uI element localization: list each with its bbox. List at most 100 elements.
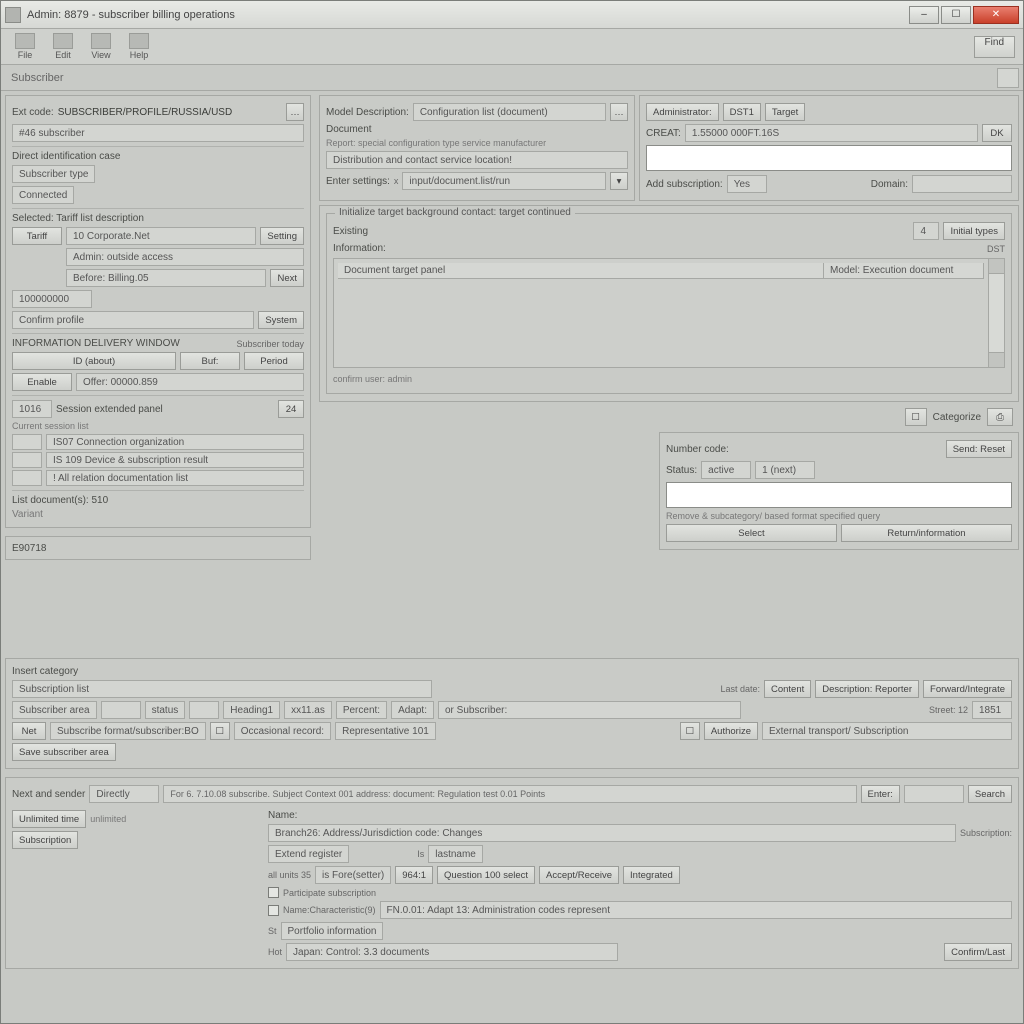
scrollbar[interactable] — [988, 259, 1004, 367]
cell[interactable]: Adapt: — [391, 701, 434, 719]
toolbar-item[interactable]: View — [85, 33, 117, 60]
setting-button[interactable]: Setting — [260, 227, 304, 245]
cell[interactable] — [189, 701, 219, 719]
panel-toggle-icon[interactable] — [997, 68, 1019, 88]
billing-box[interactable]: Before: Billing.05 — [66, 269, 266, 287]
dropdown-button[interactable]: ▾ — [610, 172, 628, 190]
cell[interactable]: Subscriber area — [12, 701, 97, 719]
list-header-b[interactable]: Model: Execution document — [824, 263, 984, 278]
return-info-button[interactable]: Return/information — [841, 524, 1012, 542]
connected-box[interactable]: Connected — [12, 186, 74, 204]
cell[interactable]: Percent: — [336, 701, 387, 719]
name-char-checkbox[interactable] — [268, 905, 279, 916]
lastname-box[interactable]: lastname — [428, 845, 483, 863]
next-button[interactable]: Next — [270, 269, 304, 287]
target-button[interactable]: Target — [765, 103, 805, 121]
confirm-profile-box[interactable]: Confirm profile — [12, 311, 254, 329]
enter-value-box[interactable] — [904, 785, 964, 803]
session-id-box[interactable]: 1016 — [12, 400, 52, 418]
text-input[interactable] — [666, 482, 1012, 508]
list-header-a[interactable]: Document target panel — [338, 263, 824, 278]
desc-reporter-button[interactable]: Description: Reporter — [815, 680, 919, 698]
confirm-last-button[interactable]: Confirm/Last — [944, 943, 1012, 961]
ratio-button[interactable]: 964:1 — [395, 866, 433, 884]
session-count[interactable]: 24 — [278, 400, 304, 418]
distribution-box[interactable]: Distribution and contact service locatio… — [326, 151, 628, 169]
cell[interactable]: or Subscriber: — [438, 701, 741, 719]
enter-button[interactable]: Enter: — [861, 785, 900, 803]
print-icon[interactable]: ⎙ — [987, 408, 1013, 426]
admin-access-box[interactable]: Admin: outside access — [66, 248, 304, 266]
occasional-box[interactable]: Occasional record: — [234, 722, 331, 740]
add-sub-value-box[interactable]: Yes — [727, 175, 767, 193]
toolbar-item[interactable]: File — [9, 33, 41, 60]
close-button[interactable]: ✕ — [973, 6, 1019, 24]
list-item[interactable]: IS 109 Device & subscription result — [46, 452, 304, 468]
integrated-button[interactable]: Integrated — [623, 866, 680, 884]
dst1-button[interactable]: DST1 — [723, 103, 761, 121]
model-desc-box[interactable]: Configuration list (document) — [413, 103, 606, 121]
portfolio-box[interactable]: Portfolio information — [281, 922, 384, 940]
toolbar-item[interactable]: Edit — [47, 33, 79, 60]
authorize-button[interactable]: Authorize — [704, 722, 758, 740]
tab-subscription[interactable]: Subscription — [12, 831, 78, 849]
minimize-button[interactable]: – — [909, 6, 939, 24]
initial-types-button[interactable]: Initial types — [943, 222, 1005, 240]
checkbox-button[interactable]: ☐ — [905, 408, 927, 426]
foresetter-box[interactable]: is Fore(setter) — [315, 866, 391, 884]
tab-unlimited[interactable]: Unlimited time — [12, 810, 86, 828]
send-reset-button[interactable]: Send: Reset — [946, 440, 1012, 458]
content-button[interactable]: Content — [764, 680, 811, 698]
extend-reg-box[interactable]: Extend register — [268, 845, 349, 863]
cell[interactable]: status — [145, 701, 186, 719]
street-value-box[interactable]: 1851 — [972, 701, 1012, 719]
subscription-list-tab[interactable]: Subscription list — [12, 680, 432, 698]
creat-value-box[interactable]: 1.55000 000FT.16S — [685, 124, 978, 142]
fn-box[interactable]: FN.0.01: Adapt 13: Administration codes … — [380, 901, 1012, 919]
find-button[interactable]: Find — [974, 36, 1015, 58]
question-button[interactable]: Question 100 select — [437, 866, 535, 884]
toolbar-item[interactable]: Help — [123, 33, 155, 60]
subscriber-type-box[interactable]: Subscriber type — [12, 165, 95, 183]
save-button[interactable]: Save subscriber area — [12, 743, 116, 761]
existing-count-box[interactable]: 4 — [913, 222, 939, 240]
numeric-box[interactable]: 100000000 — [12, 290, 92, 308]
rep-box[interactable]: Representative 101 — [335, 722, 436, 740]
cell[interactable]: xx11.as — [284, 701, 332, 719]
settings-path-box[interactable]: input/document.list/run — [402, 172, 606, 190]
search-button[interactable]: Search — [968, 785, 1012, 803]
external-transport-box[interactable]: External transport/ Subscription — [762, 722, 1012, 740]
cell[interactable]: Heading1 — [223, 701, 280, 719]
forward-button[interactable]: Forward/Integrate — [923, 680, 1012, 698]
directly-box[interactable]: Directly — [89, 785, 159, 803]
offer-box[interactable]: Offer: 00000.859 — [76, 373, 304, 391]
japan-box[interactable]: Japan: Control: 3.3 documents — [286, 943, 618, 961]
browse-button[interactable]: … — [610, 103, 628, 121]
maximize-button[interactable]: ☐ — [941, 6, 971, 24]
icon-button[interactable]: ☐ — [680, 722, 700, 740]
list-icon[interactable] — [12, 470, 42, 486]
participate-checkbox[interactable] — [268, 887, 279, 898]
tariff-value-box[interactable]: 10 Corporate.Net — [66, 227, 256, 245]
list-item[interactable]: ! All relation documentation list — [46, 470, 304, 486]
breadcrumb[interactable]: Subscriber — [1, 72, 74, 84]
cell[interactable] — [101, 701, 141, 719]
accept-button[interactable]: Accept/Receive — [539, 866, 619, 884]
dk-button[interactable]: DK — [982, 124, 1012, 142]
status-active-box[interactable]: active — [701, 461, 751, 479]
branch-box[interactable]: Branch26: Address/Jurisdiction code: Cha… — [268, 824, 956, 842]
status-next-box[interactable]: 1 (next) — [755, 461, 815, 479]
domain-box[interactable] — [912, 175, 1012, 193]
subscribe-format-box[interactable]: Subscribe format/subscriber:BO — [50, 722, 206, 740]
col-a[interactable]: ID (about) — [12, 352, 176, 370]
list-icon[interactable] — [12, 434, 42, 450]
icon-button[interactable]: ☐ — [210, 722, 230, 740]
select-button[interactable]: Select — [666, 524, 837, 542]
search-input[interactable] — [646, 145, 1012, 171]
system-button[interactable]: System — [258, 311, 304, 329]
col-c[interactable]: Period — [244, 352, 304, 370]
list-icon[interactable] — [12, 452, 42, 468]
list-item[interactable]: IS07 Connection organization — [46, 434, 304, 450]
col-b[interactable]: Buf: — [180, 352, 240, 370]
browse-button[interactable]: … — [286, 103, 304, 121]
